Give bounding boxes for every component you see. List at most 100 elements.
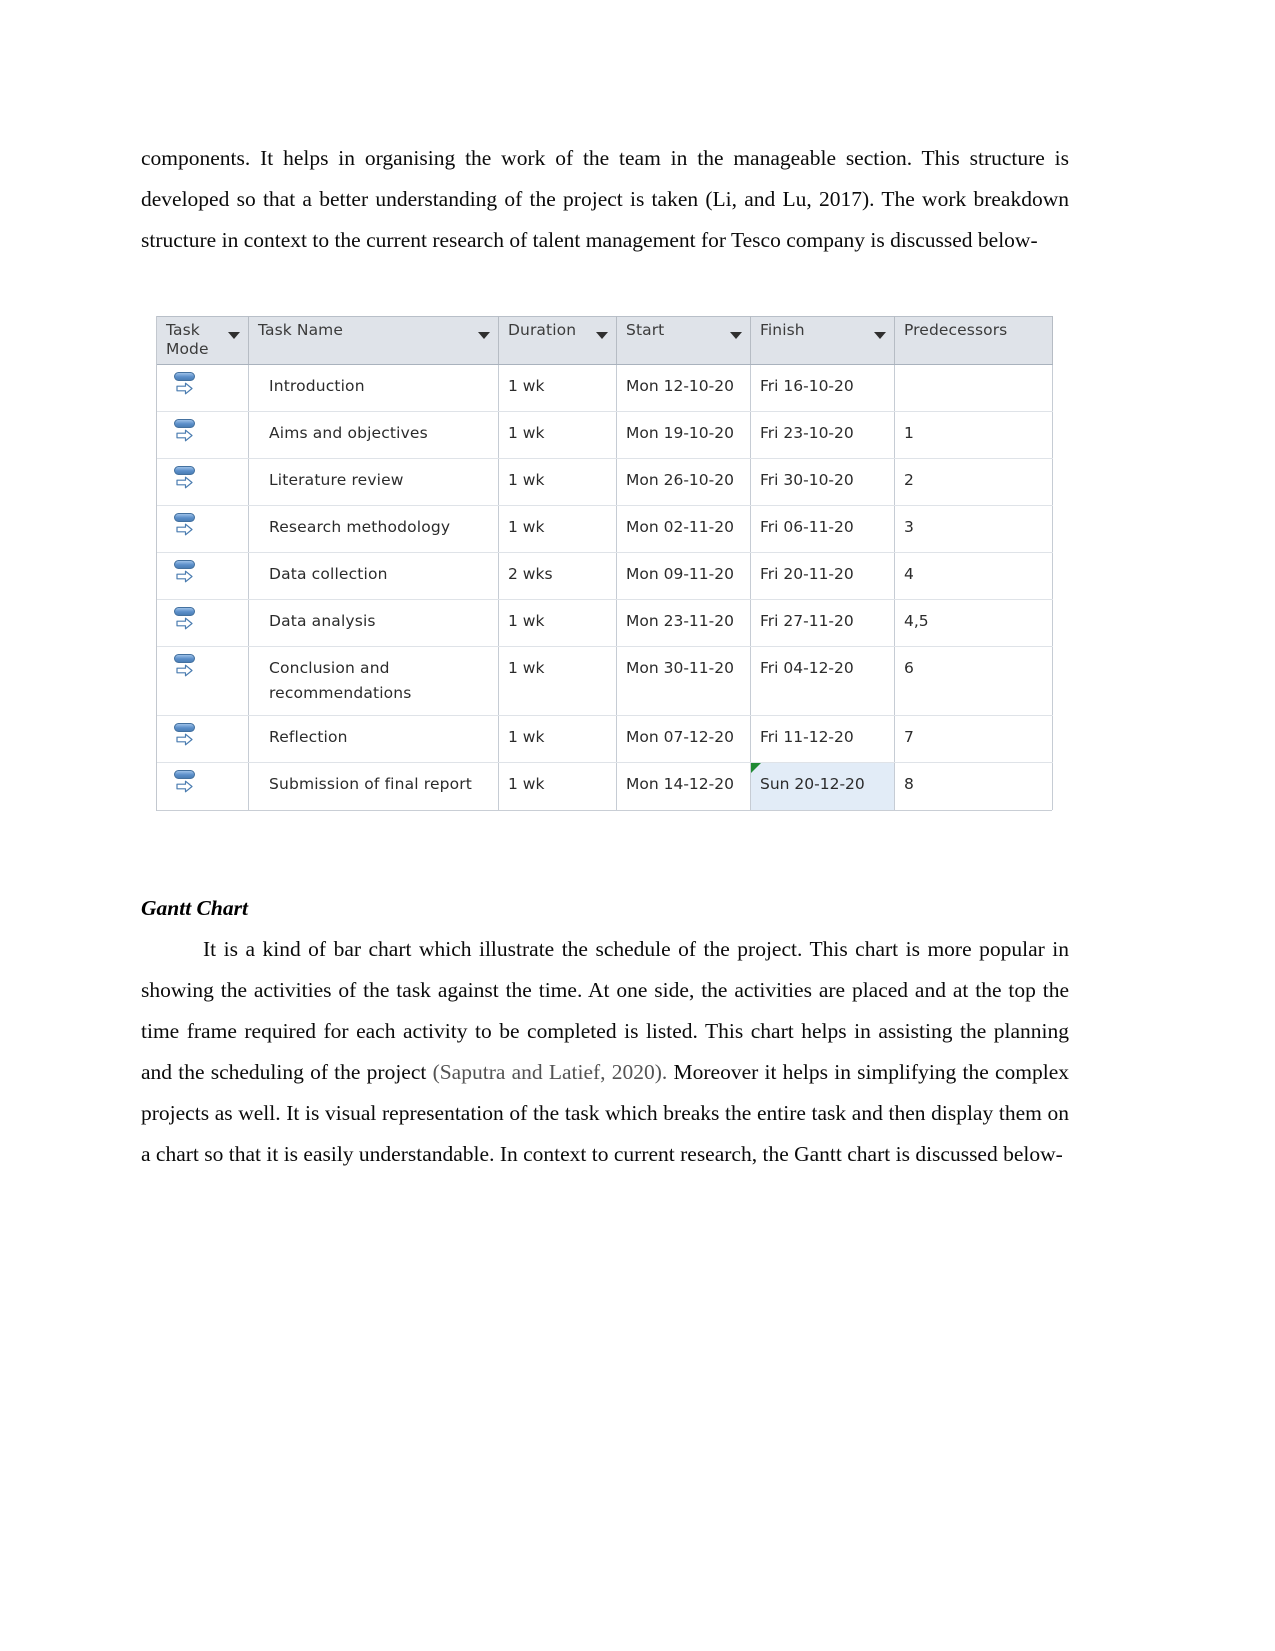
cell-duration[interactable]: 1 wk	[498, 762, 617, 810]
cell-start[interactable]: Mon 02-11-20	[616, 505, 751, 553]
cell-duration-text: 1 wk	[508, 659, 545, 677]
column-header-predecessors[interactable]: Predecessors	[894, 316, 1053, 365]
cell-duration[interactable]: 1 wk	[498, 715, 617, 763]
cell-finish-text: Fri 30-10-20	[760, 471, 854, 489]
cell-duration[interactable]: 1 wk	[498, 458, 617, 506]
cell-duration-text: 1 wk	[508, 612, 545, 630]
cell-task-name[interactable]: Literature review	[248, 458, 499, 506]
table-row[interactable]: Introduction 1 wk Mon 12-10-20 Fri 16-10-20	[156, 364, 1053, 412]
cell-duration[interactable]: 2 wks	[498, 552, 617, 600]
table-row[interactable]: Data analysis 1 wk Mon 23-11-20 Fri 27-11-2…	[156, 599, 1053, 647]
column-header-start[interactable]: Start	[616, 316, 751, 365]
column-header-predecessors-label: Predecessors	[904, 321, 1008, 339]
cell-finish[interactable]: Fri 23-10-20	[750, 411, 895, 459]
cell-task-name[interactable]: Submission of final report	[248, 762, 499, 810]
cell-task-name-text: Introduction	[269, 377, 365, 395]
filter-chevron-down-icon[interactable]	[874, 332, 886, 339]
cell-predecessors[interactable]: 4,5	[894, 599, 1053, 647]
cell-predecessors-text: 8	[904, 775, 914, 793]
cell-duration[interactable]: 1 wk	[498, 599, 617, 647]
cell-task-name[interactable]: Data analysis	[248, 599, 499, 647]
cell-start-text: Mon 19-10-20	[626, 424, 734, 442]
cell-start[interactable]: Mon 30-11-20	[616, 646, 751, 716]
cell-finish[interactable]: Sun 20-12-20	[750, 762, 895, 810]
table-row[interactable]: Conclusion and recommendations 1 wk Mon 30…	[156, 646, 1053, 716]
filter-chevron-down-icon[interactable]	[596, 332, 608, 339]
cell-finish[interactable]: Fri 04-12-20	[750, 646, 895, 716]
column-header-task-mode[interactable]: Task Mode	[156, 316, 249, 365]
filter-chevron-down-icon[interactable]	[730, 332, 742, 339]
cell-duration-text: 1 wk	[508, 424, 545, 442]
cell-task-name[interactable]: Research methodology	[248, 505, 499, 553]
cell-start[interactable]: Mon 23-11-20	[616, 599, 751, 647]
cell-task-mode[interactable]	[156, 364, 249, 412]
filter-chevron-down-icon[interactable]	[228, 332, 240, 339]
arrow-right-icon	[175, 733, 193, 746]
arrow-right-icon	[175, 664, 193, 677]
cell-finish[interactable]: Fri 27-11-20	[750, 599, 895, 647]
cell-task-name-text: Conclusion and recommendations	[269, 659, 412, 702]
table-row[interactable]: Literature review 1 wk Mon 26-10-20 Fri 30-…	[156, 458, 1053, 506]
gantt-section: Gantt Chart It is a kind of bar chart wh…	[141, 888, 1069, 1175]
cell-start-text: Mon 12-10-20	[626, 377, 734, 395]
table-row[interactable]: Data collection 2 wks Mon 09-11-20 Fri 20-1…	[156, 552, 1053, 600]
cell-finish[interactable]: Fri 20-11-20	[750, 552, 895, 600]
cell-task-mode[interactable]	[156, 599, 249, 647]
cell-predecessors[interactable]: 2	[894, 458, 1053, 506]
cell-start-text: Mon 07-12-20	[626, 728, 734, 746]
cell-duration[interactable]: 1 wk	[498, 505, 617, 553]
cell-finish[interactable]: Fri 16-10-20	[750, 364, 895, 412]
cell-finish[interactable]: Fri 06-11-20	[750, 505, 895, 553]
cell-task-name[interactable]: Introduction	[248, 364, 499, 412]
cell-start[interactable]: Mon 14-12-20	[616, 762, 751, 810]
cell-duration[interactable]: 1 wk	[498, 411, 617, 459]
cell-duration[interactable]: 1 wk	[498, 364, 617, 412]
cell-start-text: Mon 09-11-20	[626, 565, 734, 583]
cell-start[interactable]: Mon 07-12-20	[616, 715, 751, 763]
cell-finish[interactable]: Fri 30-10-20	[750, 458, 895, 506]
cell-finish-text: Fri 06-11-20	[760, 518, 854, 536]
cell-predecessors[interactable]	[894, 364, 1053, 412]
cell-task-mode[interactable]	[156, 411, 249, 459]
arrow-right-icon	[175, 780, 193, 793]
auto-scheduled-icon	[173, 652, 203, 682]
table-row[interactable]: Aims and objectives 1 wk Mon 19-10-20 Fri 2…	[156, 411, 1053, 459]
cell-finish-text: Fri 04-12-20	[760, 659, 854, 677]
cell-start[interactable]: Mon 26-10-20	[616, 458, 751, 506]
cell-predecessors[interactable]: 3	[894, 505, 1053, 553]
cell-start[interactable]: Mon 09-11-20	[616, 552, 751, 600]
cell-start-text: Mon 02-11-20	[626, 518, 734, 536]
column-header-task-name[interactable]: Task Name	[248, 316, 499, 365]
cell-start-text: Mon 14-12-20	[626, 775, 734, 793]
arrow-right-icon	[175, 570, 193, 583]
cell-task-name[interactable]: Reflection	[248, 715, 499, 763]
cell-task-mode[interactable]	[156, 458, 249, 506]
cell-task-mode[interactable]	[156, 505, 249, 553]
cell-predecessors-text: 1	[904, 424, 914, 442]
cell-task-mode[interactable]	[156, 762, 249, 810]
column-header-finish[interactable]: Finish	[750, 316, 895, 365]
auto-scheduled-icon	[173, 370, 203, 400]
filter-chevron-down-icon[interactable]	[478, 332, 490, 339]
cell-finish[interactable]: Fri 11-12-20	[750, 715, 895, 763]
cell-task-name[interactable]: Data collection	[248, 552, 499, 600]
table-row[interactable]: Submission of final report 1 wk Mon 14-12-…	[156, 762, 1053, 810]
cell-task-name[interactable]: Aims and objectives	[248, 411, 499, 459]
cell-start[interactable]: Mon 12-10-20	[616, 364, 751, 412]
cell-start-text: Mon 23-11-20	[626, 612, 734, 630]
cell-predecessors[interactable]: 7	[894, 715, 1053, 763]
column-header-duration[interactable]: Duration	[498, 316, 617, 365]
cell-finish-text: Fri 23-10-20	[760, 424, 854, 442]
cell-task-mode[interactable]	[156, 715, 249, 763]
cell-duration[interactable]: 1 wk	[498, 646, 617, 716]
cell-task-mode[interactable]	[156, 646, 249, 716]
cell-task-name[interactable]: Conclusion and recommendations	[248, 646, 499, 716]
cell-predecessors[interactable]: 6	[894, 646, 1053, 716]
cell-predecessors[interactable]: 1	[894, 411, 1053, 459]
cell-task-mode[interactable]	[156, 552, 249, 600]
cell-start[interactable]: Mon 19-10-20	[616, 411, 751, 459]
cell-predecessors[interactable]: 8	[894, 762, 1053, 810]
cell-predecessors[interactable]: 4	[894, 552, 1053, 600]
table-row[interactable]: Research methodology 1 wk Mon 02-11-20 Fri …	[156, 505, 1053, 553]
table-row[interactable]: Reflection 1 wk Mon 07-12-20 Fri 11-12-20 7	[156, 715, 1053, 763]
